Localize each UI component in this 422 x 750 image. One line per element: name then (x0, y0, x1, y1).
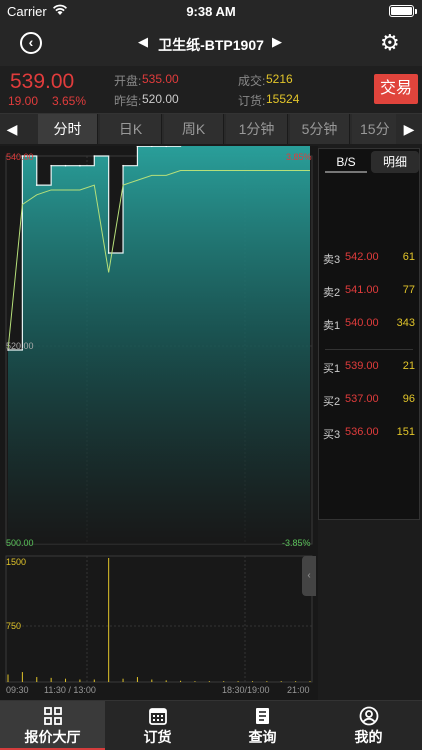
price-top-label: 540.00 (6, 152, 34, 162)
bid-row: 买3 536.00 151 (319, 426, 419, 444)
time-label-start: 09:30 (6, 685, 29, 695)
nav-bar: ‹ ◀ 卫生纸-BTP1907 ▶ ⚙ (0, 22, 422, 66)
bid-label: 买1 (323, 363, 341, 375)
nav-quotes[interactable]: 报价大厅 (0, 701, 105, 750)
user-icon (359, 706, 379, 726)
price-point (93, 155, 96, 157)
quote-header: 539.00 19.00 3.65% 开盘: 535.00 昨结: 520.00… (0, 66, 422, 114)
time-label-noon: 11:30 / 13:00 (44, 685, 96, 695)
bid-label: 买3 (323, 429, 341, 441)
price-point (50, 164, 52, 167)
price-point (35, 184, 38, 186)
price-point (122, 164, 124, 167)
tab-5min[interactable]: 5分钟 (290, 114, 350, 144)
bid-price: 539.00 (345, 360, 379, 372)
price-point (64, 164, 67, 167)
tabs-right-arrow-icon[interactable]: ▶ (396, 114, 422, 144)
chart-canvas (5, 135, 313, 683)
contract-title: 卫生纸-BTP1907 (158, 37, 264, 53)
orders-label: 订货: (238, 94, 266, 108)
volume-mid-label: 750 (6, 621, 22, 631)
price-change-pct: 3.65% (52, 94, 87, 108)
nav-query[interactable]: 查询 (210, 701, 315, 750)
gear-icon[interactable]: ⚙ (380, 32, 402, 54)
nav-query-label: 查询 (248, 729, 277, 745)
status-bar: Carrier 9:38 AM (0, 0, 422, 22)
ask-row: 卖2 541.00 77 (319, 284, 419, 302)
open-label: 开盘: (114, 74, 142, 88)
prev-close-value: 520.00 (142, 92, 179, 106)
bid-qty: 21 (402, 360, 415, 372)
price-bottom-label: 500.00 (6, 538, 34, 548)
price-point (79, 164, 81, 167)
bid-qty: 96 (402, 393, 415, 405)
tab-15min[interactable]: 15分 (352, 114, 402, 144)
timeshare-chart[interactable]: 540.00 3.85% 520.00 500.00 -3.85% 1500 7… (0, 135, 318, 700)
bid-qty: 151 (396, 426, 415, 438)
ask-qty: 61 (402, 251, 415, 263)
orders-value: 15524 (266, 92, 300, 106)
price-change: 19.00 (8, 94, 39, 108)
battery-icon (389, 5, 417, 17)
tab-weekly-k[interactable]: 周K (164, 114, 224, 144)
tabs-left-arrow-icon[interactable]: ◀ (0, 114, 24, 144)
volume-value: 5216 (266, 72, 293, 86)
tab-daily-k[interactable]: 日K (100, 114, 162, 144)
tab-1min[interactable]: 1分钟 (226, 114, 288, 144)
time-label-end: 21:00 (287, 685, 310, 695)
ask-label: 卖1 (323, 320, 341, 332)
nav-quotes-label: 报价大厅 (24, 729, 81, 745)
volume-top-label: 1500 (6, 557, 27, 567)
ask-label: 卖2 (323, 287, 341, 299)
document-icon (253, 706, 273, 726)
time-label-evening: 18:30/19:00 (222, 685, 270, 695)
status-time: 9:38 AM (186, 4, 236, 19)
grid-icon (43, 706, 63, 726)
panel-toggle-handle[interactable]: ‹ (302, 556, 316, 596)
ask-row: 卖3 542.00 61 (319, 251, 419, 269)
tab-bs[interactable]: B/S (325, 151, 367, 173)
price-area (8, 136, 310, 544)
ask-price: 542.00 (345, 251, 379, 263)
nav-orders-label: 订货 (143, 729, 172, 745)
last-price: 539.00 (10, 70, 75, 93)
calendar-icon (148, 706, 168, 726)
ask-price: 541.00 (345, 284, 379, 296)
nav-profile-label: 我的 (354, 729, 383, 745)
ask-price: 540.00 (345, 317, 379, 329)
open-value: 535.00 (142, 72, 179, 86)
ask-row: 卖1 540.00 343 (319, 317, 419, 335)
order-book-divider (325, 349, 413, 350)
price-mid-label: 520.00 (6, 341, 34, 351)
pct-bottom-label: -3.85% (282, 538, 311, 548)
next-contract-icon[interactable]: ▶ (272, 34, 282, 50)
bid-price: 537.00 (345, 393, 379, 405)
bid-row: 买2 537.00 96 (319, 393, 419, 411)
period-tabs: ◀ 分时 日K 周K 1分钟 5分钟 15分 ▶ (0, 114, 422, 144)
bid-label: 买2 (323, 396, 341, 408)
price-point (107, 252, 110, 254)
bid-row: 买1 539.00 21 (319, 360, 419, 378)
order-book-panel: B/S 明细 卖3 542.00 61 卖2 541.00 77 卖1 540.… (318, 148, 420, 520)
ask-label: 卖3 (323, 254, 341, 266)
prev-close-label: 昨结: (114, 94, 142, 108)
bid-price: 536.00 (345, 426, 379, 438)
nav-orders[interactable]: 订货 (105, 701, 210, 750)
ask-qty: 343 (396, 317, 415, 329)
tab-timeshare[interactable]: 分时 (38, 114, 98, 144)
trade-button[interactable]: 交易 (374, 74, 418, 104)
volume-label: 成交: (238, 74, 266, 88)
nav-profile[interactable]: 我的 (315, 701, 422, 750)
pct-top-label: 3.85% (286, 152, 312, 162)
tab-detail[interactable]: 明细 (371, 151, 419, 173)
ask-qty: 77 (402, 284, 415, 296)
bottom-nav: 报价大厅 订货 查询 我的 (0, 700, 422, 750)
